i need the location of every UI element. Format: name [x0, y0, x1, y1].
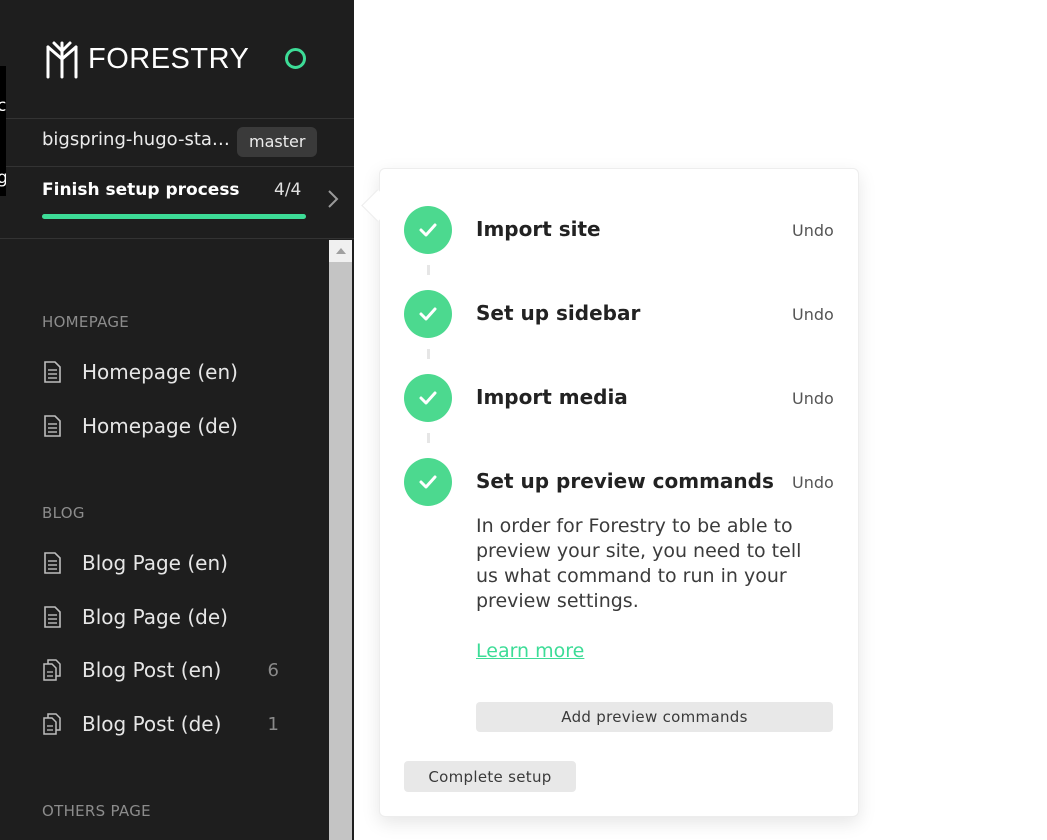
checkmark-icon: [419, 307, 437, 321]
sidebar-item-label: Blog Post (de): [82, 712, 222, 736]
sidebar-scrollbar[interactable]: [329, 240, 352, 840]
sidebar-item-label: Homepage (de): [82, 414, 238, 438]
documents-icon: [43, 659, 61, 681]
step-title-import-media: Import media: [476, 385, 628, 409]
preview-commands-description: In order for Forestry to be able to prev…: [476, 514, 826, 614]
section-title-blog: BLOG: [42, 504, 85, 522]
sidebar-item-blog-post-de[interactable]: Blog Post (de) 1: [42, 709, 287, 739]
sidebar-item-homepage-de[interactable]: Homepage (de): [42, 411, 287, 441]
description-line: preview settings.: [476, 590, 639, 612]
learn-more-link[interactable]: Learn more: [476, 640, 584, 662]
section-title-others-page: OTHERS PAGE: [42, 802, 151, 820]
chevron-right-icon[interactable]: [326, 188, 340, 210]
step-title-import-site: Import site: [476, 217, 601, 241]
sidebar-item-blog-page-de[interactable]: Blog Page (de): [42, 602, 287, 632]
background-window-edge: c g: [0, 66, 6, 196]
step-title-set-up-preview-commands: Set up preview commands: [476, 469, 774, 493]
sync-status-icon[interactable]: [285, 48, 306, 69]
scroll-up-arrow-icon[interactable]: [329, 240, 352, 262]
sidebar: FORESTRY bigspring-hugo-sta… master Fini…: [0, 0, 354, 840]
setup-process-label[interactable]: Finish setup process: [42, 180, 240, 200]
brand-name: FORESTRY: [88, 42, 250, 75]
sidebar-item-label: Blog Page (en): [82, 551, 228, 575]
item-count: 6: [267, 659, 279, 681]
setup-progress-bar: [42, 214, 306, 219]
undo-import-site-link[interactable]: Undo: [792, 221, 834, 240]
sidebar-item-label: Blog Page (de): [82, 605, 228, 629]
sidebar-item-homepage-en[interactable]: Homepage (en): [42, 357, 287, 387]
description-line: preview your site, you need to tell: [476, 540, 802, 562]
step-title-set-up-sidebar: Set up sidebar: [476, 301, 641, 325]
forestry-logo[interactable]: FORESTRY: [42, 38, 249, 80]
step-connector: [427, 349, 430, 359]
sidebar-item-label: Blog Post (en): [82, 658, 222, 682]
edge-text: c: [0, 96, 6, 116]
document-icon: [44, 606, 61, 628]
step-connector: [427, 433, 430, 443]
step-complete-icon: [404, 458, 452, 506]
documents-icon: [43, 713, 61, 735]
sidebar-item-label: Homepage (en): [82, 360, 238, 384]
undo-import-media-link[interactable]: Undo: [792, 389, 834, 408]
edge-text: g: [0, 168, 6, 188]
description-line: In order for Forestry to be able to: [476, 515, 793, 537]
branch-badge[interactable]: master: [237, 127, 318, 157]
sidebar-item-blog-post-en[interactable]: Blog Post (en) 6: [42, 655, 287, 685]
section-title-homepage: HOMEPAGE: [42, 313, 130, 331]
document-icon: [44, 415, 61, 437]
undo-set-up-preview-commands-link[interactable]: Undo: [792, 473, 834, 492]
divider: [0, 166, 354, 167]
setup-progress-fill: [42, 214, 306, 219]
description-line: us what command to run in your: [476, 565, 787, 587]
complete-setup-button[interactable]: Complete setup: [404, 761, 576, 792]
document-icon: [44, 361, 61, 383]
step-complete-icon: [404, 206, 452, 254]
divider: [0, 118, 354, 119]
item-count: 1: [267, 713, 279, 735]
add-preview-commands-button[interactable]: Add preview commands: [476, 702, 833, 732]
undo-set-up-sidebar-link[interactable]: Undo: [792, 305, 834, 324]
setup-process-count: 4/4: [274, 180, 302, 200]
repo-name[interactable]: bigspring-hugo-sta…: [42, 129, 234, 150]
checkmark-icon: [419, 391, 437, 405]
step-complete-icon: [404, 290, 452, 338]
checkmark-icon: [419, 223, 437, 237]
sidebar-item-blog-page-en[interactable]: Blog Page (en): [42, 548, 287, 578]
divider: [0, 238, 354, 239]
forestry-tree-icon: [46, 41, 78, 79]
checkmark-icon: [419, 475, 437, 489]
step-complete-icon: [404, 374, 452, 422]
document-icon: [44, 552, 61, 574]
step-connector: [427, 265, 430, 275]
